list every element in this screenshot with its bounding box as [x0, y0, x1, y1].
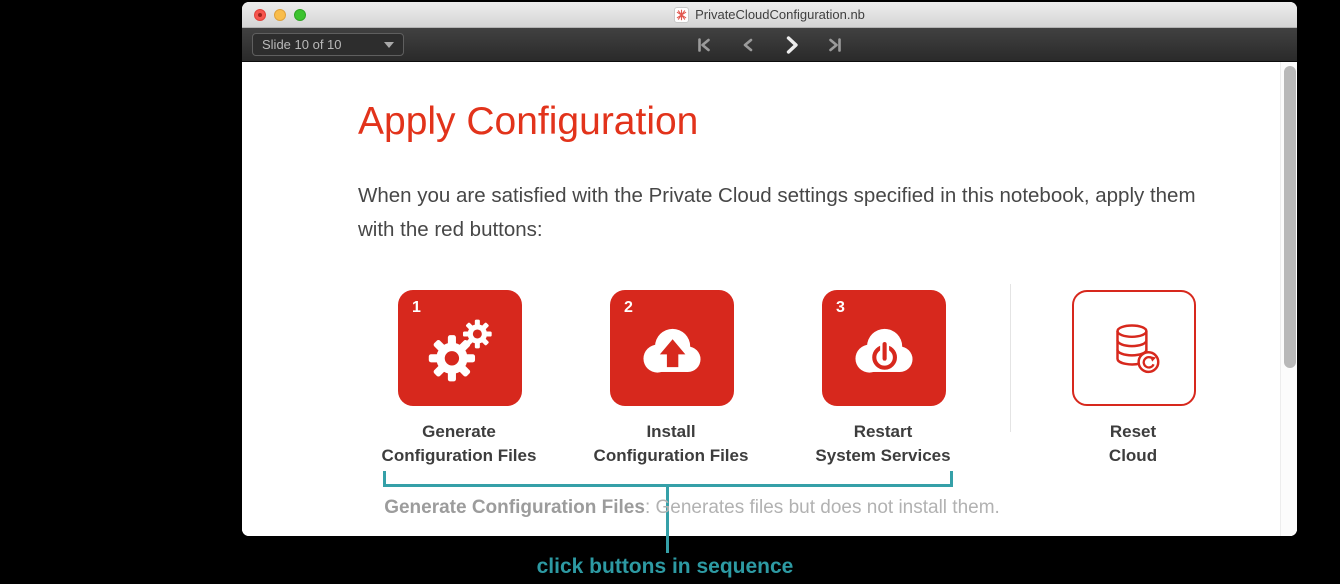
restart-system-services-label: Restart System Services: [773, 420, 993, 468]
titlebar: PrivateCloudConfiguration.nb: [242, 2, 1297, 28]
previous-slide-button[interactable]: [737, 34, 759, 56]
slide-nav-group: [693, 34, 847, 56]
notebook-window: PrivateCloudConfiguration.nb Slide 10 of…: [242, 2, 1297, 536]
intro-text: When you are satisfied with the Private …: [358, 179, 1208, 247]
install-configuration-files-label: Install Configuration Files: [561, 420, 781, 468]
slide-content: Apply Configuration When you are satisfi…: [242, 62, 1297, 536]
install-configuration-files-button[interactable]: 2: [610, 290, 734, 406]
vertical-divider: [1010, 284, 1011, 432]
minimize-button[interactable]: [274, 9, 286, 21]
notebook-doc-icon: [674, 7, 689, 23]
annotation-label: click buttons in sequence: [465, 555, 865, 579]
database-refresh-icon: [1101, 315, 1167, 386]
annotation-stem: [666, 536, 669, 553]
generate-configuration-files-label: Generate Configuration Files: [349, 420, 569, 468]
footnote-description: : Generates files but does not install t…: [645, 497, 1000, 518]
scrollbar-thumb[interactable]: [1284, 66, 1296, 368]
slide-selector-label: Slide 10 of 10: [262, 37, 342, 52]
slide-selector-dropdown[interactable]: Slide 10 of 10: [252, 33, 404, 56]
close-button[interactable]: [254, 9, 266, 21]
footnote-text: Generate Configuration Files: Generates …: [362, 497, 1022, 519]
chevron-down-icon: [384, 42, 394, 48]
previous-slide-icon: [741, 36, 755, 54]
cloud-upload-icon: [632, 314, 712, 387]
next-slide-button[interactable]: [781, 34, 803, 56]
traffic-lights: [254, 9, 306, 21]
generate-configuration-files-button[interactable]: 1: [398, 290, 522, 406]
restart-system-services-button[interactable]: 3: [822, 290, 946, 406]
first-slide-icon: [695, 36, 712, 54]
last-slide-button[interactable]: [825, 34, 847, 56]
slideshow-toolbar: Slide 10 of 10: [242, 28, 1297, 62]
last-slide-icon: [827, 36, 844, 54]
window-title: PrivateCloudConfiguration.nb: [695, 7, 865, 22]
footnote-term: Generate Configuration Files: [384, 497, 645, 518]
reset-cloud-button[interactable]: [1072, 290, 1196, 406]
step-number-badge: 1: [412, 299, 421, 317]
gears-icon: [423, 311, 497, 390]
first-slide-button[interactable]: [693, 34, 715, 56]
slide-heading: Apply Configuration: [358, 100, 698, 144]
scrollbar-track[interactable]: [1280, 62, 1297, 536]
next-slide-icon: [783, 34, 800, 56]
cloud-power-icon: [844, 314, 924, 387]
fullscreen-button[interactable]: [294, 9, 306, 21]
reset-cloud-label: Reset Cloud: [1023, 420, 1243, 468]
